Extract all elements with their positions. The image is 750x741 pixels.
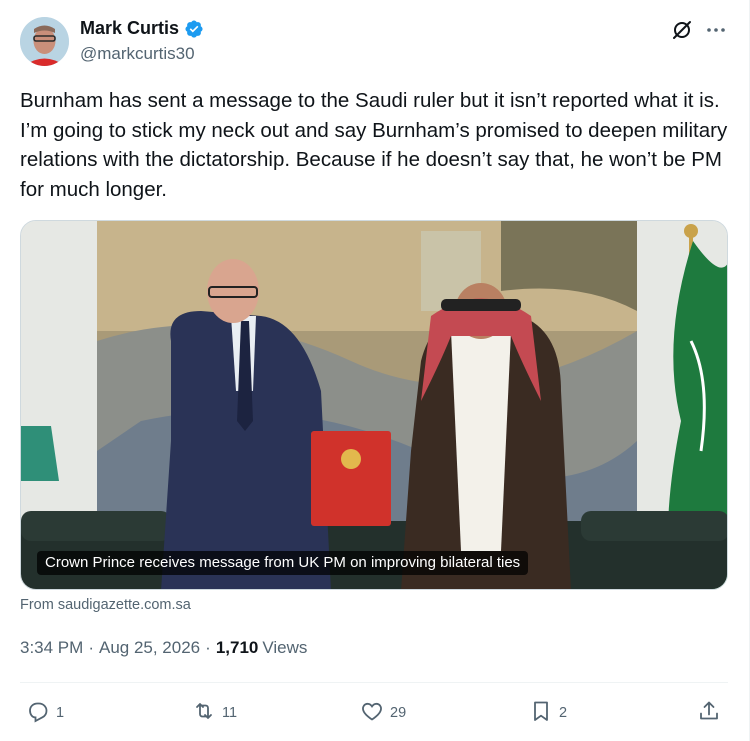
tweet-time[interactable]: 3:34 PM [20, 638, 83, 658]
divider [20, 682, 728, 683]
author-handle[interactable]: @markcurtis30 [80, 44, 195, 64]
bookmark-count: 2 [559, 705, 568, 721]
repost-icon [192, 699, 216, 727]
meta-separator: · [88, 638, 94, 657]
views-count: 1,710 [215, 638, 259, 657]
share-button[interactable] [697, 696, 721, 730]
avatar[interactable] [20, 17, 69, 66]
repost-button[interactable]: 11 [192, 696, 237, 730]
repost-count: 11 [222, 705, 238, 721]
views-label: Views [262, 638, 308, 657]
tweet-card[interactable]: Mark Curtis @markcurtis30 Burnham has se… [0, 0, 750, 741]
reply-button[interactable]: 1 [26, 696, 64, 730]
like-count: 29 [390, 705, 407, 721]
like-button[interactable]: 29 [360, 696, 406, 730]
tweet-text: Burnham has sent a message to the Saudi … [20, 89, 733, 201]
share-icon [697, 699, 721, 727]
tweet-date[interactable]: Aug 25, 2026 [99, 638, 200, 658]
bookmark-icon [529, 699, 553, 727]
author-display-name[interactable]: Mark Curtis [80, 18, 179, 39]
action-bar: 1 11 29 2 [0, 696, 750, 730]
meta-separator: · [205, 638, 211, 657]
grok-icon[interactable] [670, 18, 694, 42]
like-icon [360, 699, 384, 727]
bookmark-button[interactable]: 2 [529, 696, 567, 730]
verified-badge-icon [184, 19, 204, 39]
photo-illustration [21, 221, 727, 589]
tweet-media-photo[interactable]: Crown Prince receives message from UK PM… [20, 220, 728, 590]
more-icon[interactable] [704, 18, 728, 42]
media-caption: Crown Prince receives message from UK PM… [37, 551, 529, 575]
tweet-meta: 3:34 PM · Aug 25, 2026 · 1,710 Views [20, 638, 307, 658]
reply-count: 1 [56, 705, 65, 721]
media-source-link[interactable]: From saudigazette.com.sa [20, 597, 191, 613]
author-name-row[interactable]: Mark Curtis [80, 18, 204, 39]
reply-icon [26, 699, 50, 727]
